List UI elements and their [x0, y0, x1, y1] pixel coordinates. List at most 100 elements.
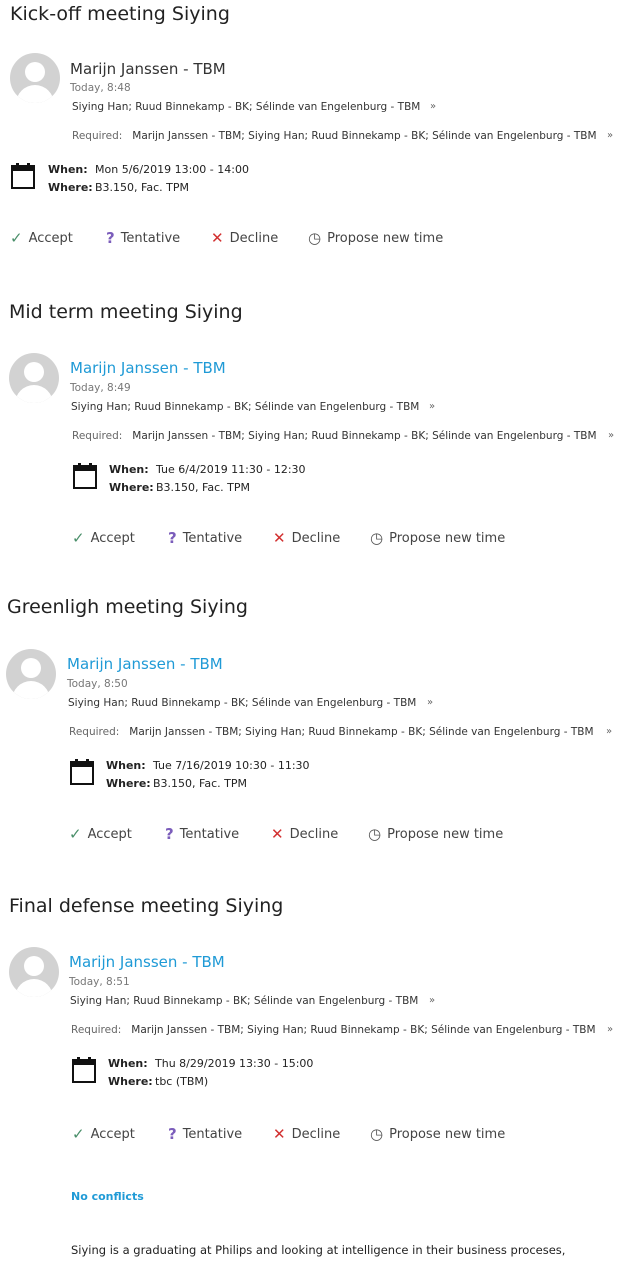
expand-required-icon[interactable]: » — [608, 430, 614, 441]
avatar[interactable] — [9, 353, 59, 403]
sender-name[interactable]: Marijn Janssen - TBM — [69, 953, 225, 971]
when-label: When: — [109, 463, 149, 476]
tentative-label: Tentative — [182, 531, 243, 546]
x-icon: ✕ — [271, 825, 284, 843]
recipients-list: Siying Han; Ruud Binnekamp - BK; Sélinde… — [72, 101, 421, 113]
meeting-title: Greenligh meeting Siying — [7, 596, 248, 618]
sender-name[interactable]: Marijn Janssen - TBM — [67, 655, 223, 673]
meeting-title: Final defense meeting Siying — [9, 895, 284, 917]
question-icon: ? — [168, 529, 177, 547]
checkmark-icon: ✓ — [72, 529, 85, 547]
propose-new-time-button[interactable]: ◷ Propose new time — [370, 1127, 506, 1143]
accept-label: Accept — [90, 1127, 135, 1142]
where-value: B3.150, Fac. TPM — [95, 181, 189, 194]
recipients-list: Siying Han; Ruud Binnekamp - BK; Sélinde… — [68, 697, 417, 709]
propose-new-time-button[interactable]: ◷ Propose new time — [370, 529, 506, 547]
tentative-button[interactable]: ? Tentative — [106, 229, 181, 247]
checkmark-icon: ✓ — [72, 1125, 85, 1143]
where-label: Where: — [48, 181, 93, 194]
expand-required-icon[interactable]: » — [607, 130, 613, 141]
when-value: Tue 7/16/2019 10:30 - 11:30 — [153, 759, 310, 772]
propose-new-time-button[interactable]: ◷ Propose new time — [308, 229, 444, 247]
expand-recipients-icon[interactable]: » — [427, 697, 433, 708]
tentative-label: Tentative — [120, 231, 181, 246]
recipients-list: Siying Han; Ruud Binnekamp - BK; Sélinde… — [70, 995, 419, 1007]
when-value: Mon 5/6/2019 13:00 - 14:00 — [95, 163, 249, 176]
avatar[interactable] — [10, 53, 60, 103]
propose-label: Propose new time — [327, 231, 444, 246]
propose-label: Propose new time — [389, 1127, 506, 1142]
accept-button[interactable]: ✓ Accept — [10, 229, 73, 247]
sent-time: Today, 8:49 — [70, 382, 131, 394]
required-label: Required: — [72, 130, 123, 142]
meeting-title: Kick-off meeting Siying — [10, 3, 230, 25]
required-attendees: Required: Marijn Janssen - TBM; Siying Ha… — [69, 726, 594, 738]
where-label: Where: — [108, 1075, 153, 1088]
checkmark-icon: ✓ — [10, 229, 23, 247]
where-label: Where: — [106, 777, 151, 790]
where-value: B3.150, Fac. TPM — [153, 777, 247, 790]
decline-label: Decline — [229, 231, 279, 246]
question-icon: ? — [106, 229, 115, 247]
avatar[interactable] — [6, 649, 56, 699]
checkmark-icon: ✓ — [69, 825, 82, 843]
propose-label: Propose new time — [389, 531, 506, 546]
question-icon: ? — [168, 1125, 177, 1143]
expand-required-icon[interactable]: » — [607, 1024, 613, 1035]
calendar-icon — [70, 759, 94, 785]
clock-icon: ◷ — [370, 529, 384, 547]
tentative-button[interactable]: ? Tentative — [168, 529, 243, 547]
message-body: Siying is a graduating at Philips and lo… — [71, 1243, 566, 1257]
sender-name[interactable]: Marijn Janssen - TBM — [70, 60, 226, 78]
required-attendees: Required: Marijn Janssen - TBM; Siying Ha… — [72, 430, 597, 442]
when-label: When: — [48, 163, 88, 176]
required-attendees: Required: Marijn Janssen - TBM; Siying Ha… — [72, 130, 597, 142]
accept-button[interactable]: ✓ Accept — [72, 529, 135, 547]
meeting-title: Mid term meeting Siying — [9, 301, 243, 323]
propose-label: Propose new time — [387, 827, 504, 842]
expand-recipients-icon[interactable]: » — [429, 995, 435, 1006]
tentative-label: Tentative — [182, 1127, 243, 1142]
tentative-button[interactable]: ? Tentative — [168, 1125, 243, 1143]
expand-required-icon[interactable]: » — [606, 726, 612, 737]
decline-label: Decline — [289, 827, 339, 842]
accept-button[interactable]: ✓ Accept — [72, 1125, 135, 1143]
clock-icon: ◷ — [308, 229, 322, 247]
no-conflicts-link[interactable]: No conflicts — [71, 1190, 144, 1203]
tentative-label: Tentative — [179, 827, 240, 842]
required-list: Marijn Janssen - TBM; Siying Han; Ruud B… — [129, 726, 594, 738]
tentative-button[interactable]: ? Tentative — [165, 825, 240, 843]
decline-button[interactable]: ✕ Decline — [271, 825, 339, 843]
required-attendees: Required: Marijn Janssen - TBM; Siying Ha… — [71, 1024, 596, 1036]
accept-label: Accept — [28, 231, 73, 246]
where-label: Where: — [109, 481, 154, 494]
expand-recipients-icon[interactable]: » — [430, 101, 436, 112]
x-icon: ✕ — [273, 529, 286, 547]
when-value: Tue 6/4/2019 11:30 - 12:30 — [156, 463, 306, 476]
calendar-icon — [73, 463, 97, 489]
calendar-icon — [11, 163, 35, 189]
where-value: tbc (TBM) — [155, 1075, 209, 1088]
accept-button[interactable]: ✓ Accept — [69, 825, 132, 843]
calendar-icon — [72, 1057, 96, 1083]
required-label: Required: — [69, 726, 120, 738]
decline-button[interactable]: ✕ Decline — [273, 1125, 341, 1143]
x-icon: ✕ — [273, 1125, 286, 1143]
expand-recipients-icon[interactable]: » — [429, 401, 435, 412]
decline-label: Decline — [291, 1127, 341, 1142]
when-label: When: — [108, 1057, 148, 1070]
required-list: Marijn Janssen - TBM; Siying Han; Ruud B… — [132, 430, 597, 442]
clock-icon: ◷ — [368, 825, 382, 843]
decline-button[interactable]: ✕ Decline — [273, 529, 340, 547]
required-list: Marijn Janssen - TBM; Siying Han; Ruud B… — [132, 130, 597, 142]
when-label: When: — [106, 759, 146, 772]
decline-button[interactable]: ✕ Decline — [211, 231, 279, 247]
sender-name[interactable]: Marijn Janssen - TBM — [70, 359, 226, 377]
sent-time: Today, 8:50 — [67, 678, 128, 690]
question-icon: ? — [165, 825, 174, 843]
propose-new-time-button[interactable]: ◷ Propose new time — [368, 825, 504, 843]
avatar[interactable] — [9, 947, 59, 997]
when-value: Thu 8/29/2019 13:30 - 15:00 — [155, 1057, 314, 1070]
accept-label: Accept — [87, 827, 132, 842]
recipients-list: Siying Han; Ruud Binnekamp - BK; Sélinde… — [71, 401, 420, 413]
